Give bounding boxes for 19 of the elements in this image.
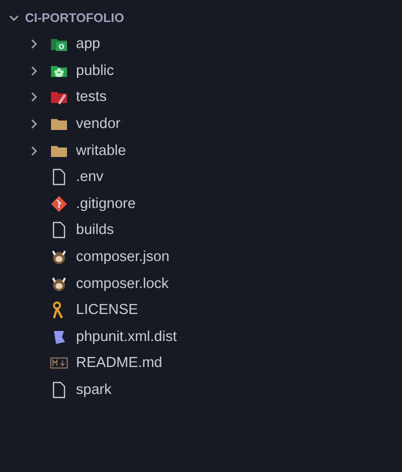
file-item[interactable]: phpunit.xml.dist [76, 328, 177, 345]
folder-item[interactable]: writable [76, 142, 126, 159]
file-icon [50, 221, 68, 240]
file-item[interactable]: composer.json [76, 249, 170, 266]
folder-title: CI-PORTOFOLIO [25, 11, 124, 25]
file-item[interactable]: .env [76, 169, 104, 186]
folder-item[interactable]: app [76, 36, 100, 52]
folder-item[interactable]: tests [76, 89, 107, 106]
folder-item[interactable]: vendor [76, 116, 120, 132]
folder-item[interactable]: public [76, 62, 114, 79]
file-item[interactable]: spark [76, 382, 112, 398]
file-icon [50, 168, 68, 186]
file-item[interactable]: README.md [76, 355, 162, 372]
diamond-icon [50, 194, 68, 213]
file-item[interactable]: builds [76, 222, 114, 238]
file-item[interactable]: composer.lock [76, 276, 169, 292]
file-icon [50, 381, 68, 400]
file-item[interactable]: .gitignore [76, 196, 136, 212]
file-item[interactable]: LICENSE [76, 302, 138, 318]
